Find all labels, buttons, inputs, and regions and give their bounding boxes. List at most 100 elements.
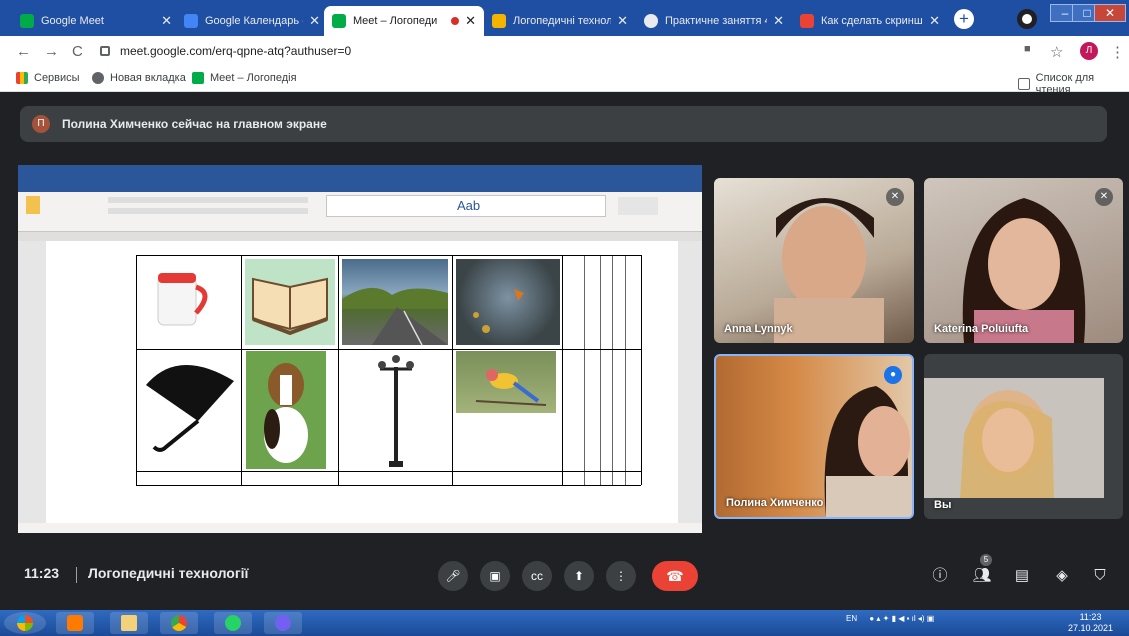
captions-icon: cc bbox=[531, 569, 543, 583]
close-window-button[interactable]: ✕ bbox=[1094, 4, 1126, 22]
mic-off-icon: ✕ bbox=[1095, 188, 1113, 206]
globe-icon bbox=[644, 14, 658, 28]
chat-icon: ▤ bbox=[1014, 567, 1030, 584]
taskbar-viber[interactable] bbox=[264, 612, 302, 634]
table-line bbox=[136, 471, 641, 472]
new-tab-button[interactable]: + bbox=[954, 9, 974, 29]
phone-hangup-icon: ☎ bbox=[666, 568, 684, 584]
close-icon[interactable]: ✕ bbox=[617, 13, 628, 29]
close-icon[interactable]: ✕ bbox=[773, 13, 784, 29]
tab-logoped[interactable]: Логопедичні техноло ✕ bbox=[484, 6, 636, 36]
folder-icon bbox=[121, 615, 137, 631]
taskbar-whatsapp[interactable] bbox=[214, 612, 252, 634]
road-image bbox=[342, 259, 448, 345]
taskbar-chrome[interactable] bbox=[160, 612, 198, 634]
lamp-post-image bbox=[376, 353, 416, 469]
tab-calendar[interactable]: Google Календарь - Н ✕ bbox=[176, 6, 328, 36]
profile-avatar[interactable]: Л bbox=[1080, 42, 1098, 60]
mug-image bbox=[144, 259, 232, 345]
menu-icon[interactable]: ⋮ bbox=[1110, 43, 1125, 61]
people-button[interactable]: 👥︎ 5 bbox=[972, 554, 992, 586]
word-ribbon-tabs bbox=[18, 179, 702, 192]
system-clock[interactable]: 11:23 27.10.2021 bbox=[1068, 612, 1113, 634]
tab-practical[interactable]: Практичне заняття 4. ✕ bbox=[636, 6, 792, 36]
participant-tile-self[interactable]: Вы bbox=[924, 354, 1123, 519]
presenter-banner: П Полина Химченко сейчас на главном экра… bbox=[20, 106, 1107, 142]
start-button[interactable] bbox=[4, 612, 46, 634]
close-icon[interactable]: ✕ bbox=[309, 13, 320, 29]
url-field[interactable]: meet.google.com/erq-qpne-atq?authuser=0 bbox=[100, 40, 980, 62]
whatsapp-icon bbox=[225, 615, 241, 631]
word-document-area bbox=[18, 241, 702, 523]
participant-tile-active[interactable]: ● Полина Химченко bbox=[714, 354, 914, 519]
calendar-icon bbox=[184, 14, 198, 28]
taskbar-explorer[interactable] bbox=[110, 612, 148, 634]
language-indicator[interactable]: EN bbox=[846, 614, 857, 623]
activities-button[interactable]: ◈ bbox=[1052, 566, 1072, 586]
meeting-details-button[interactable]: ⓘ bbox=[930, 566, 950, 586]
mic-icon: 🎤︎ bbox=[445, 569, 461, 583]
dog-image bbox=[246, 351, 326, 469]
apps-grid-icon bbox=[16, 72, 28, 84]
self-video bbox=[924, 378, 1104, 498]
chrome-profile-icon[interactable] bbox=[1017, 9, 1037, 29]
bookmark-newtab[interactable]: Новая вкладка bbox=[92, 72, 186, 84]
table-line bbox=[136, 255, 137, 485]
present-button[interactable]: ⬆ bbox=[564, 561, 594, 591]
bookmark-meet[interactable]: Meet – Логопедія bbox=[192, 72, 297, 84]
shield-icon: ⛉ bbox=[1094, 567, 1106, 584]
activities-icon: ◈ bbox=[1056, 567, 1068, 584]
star-icon[interactable]: ☆ bbox=[1050, 43, 1063, 61]
youtube-icon bbox=[800, 14, 814, 28]
table-line bbox=[136, 485, 641, 486]
bird-image bbox=[456, 351, 556, 413]
reading-list-icon bbox=[1018, 78, 1030, 90]
meet-icon bbox=[332, 14, 346, 28]
font-format-controls bbox=[108, 208, 308, 214]
bookmarks-bar: Сервисы Новая вкладка Meet – Логопедія С… bbox=[0, 66, 1129, 96]
reload-icon[interactable]: C bbox=[72, 43, 83, 60]
meet-icon bbox=[20, 14, 34, 28]
classroom-icon bbox=[492, 14, 506, 28]
table-line bbox=[136, 349, 641, 350]
puddle-image bbox=[456, 259, 560, 345]
taskbar-media[interactable] bbox=[56, 612, 94, 634]
forward-icon[interactable]: → bbox=[44, 43, 59, 60]
captions-button[interactable]: cc bbox=[522, 561, 552, 591]
globe-icon bbox=[92, 72, 104, 84]
word-page bbox=[46, 241, 678, 523]
camera-toggle-button[interactable]: ▣ bbox=[480, 561, 510, 591]
info-icon: ⓘ bbox=[932, 567, 948, 584]
chat-button[interactable]: ▤ bbox=[1012, 566, 1032, 586]
windows-taskbar bbox=[0, 610, 1129, 636]
lock-icon bbox=[100, 46, 110, 56]
present-icon: ⬆ bbox=[573, 569, 585, 583]
book-image bbox=[245, 259, 335, 345]
table-line bbox=[562, 255, 563, 485]
tray-icons[interactable]: ● ▴ ✦ ▮ ◀ ▪ ıl ◂) ▣ bbox=[869, 614, 934, 623]
media-player-icon bbox=[67, 615, 83, 631]
presenter-avatar: П bbox=[32, 115, 50, 133]
tab-screenshot[interactable]: Как сделать скриншо ✕ bbox=[792, 6, 948, 36]
table-line bbox=[584, 255, 585, 485]
close-icon[interactable]: ✕ bbox=[161, 13, 172, 29]
participant-tile[interactable]: ✕ Anna Lynnyk bbox=[714, 178, 914, 343]
camera-indicator-icon[interactable]: ■ bbox=[1024, 43, 1031, 55]
close-icon[interactable]: ✕ bbox=[929, 13, 940, 29]
back-icon[interactable]: ← bbox=[16, 43, 31, 60]
people-icon: 👥︎ bbox=[972, 567, 992, 584]
bookmark-apps[interactable]: Сервисы bbox=[16, 72, 80, 84]
tab-google-meet[interactable]: Google Meet ✕ bbox=[12, 6, 180, 36]
viber-icon bbox=[275, 615, 291, 631]
participant-video bbox=[824, 386, 912, 517]
more-options-button[interactable]: ⋮ bbox=[606, 561, 636, 591]
close-icon[interactable]: ✕ bbox=[465, 13, 476, 29]
recording-icon bbox=[451, 17, 460, 25]
divider bbox=[76, 567, 77, 583]
participant-tile[interactable]: ✕ Katerina Poluiufta bbox=[924, 178, 1123, 343]
host-controls-button[interactable]: ⛉ bbox=[1090, 566, 1110, 586]
leave-call-button[interactable]: ☎ bbox=[652, 561, 698, 591]
tab-meet-active[interactable]: Meet – Логопеди ✕ bbox=[324, 6, 484, 36]
mic-toggle-button[interactable]: 🎤︎ bbox=[438, 561, 468, 591]
tab-strip: Google Meet ✕ Google Календарь - Н ✕ Mee… bbox=[0, 0, 1129, 36]
